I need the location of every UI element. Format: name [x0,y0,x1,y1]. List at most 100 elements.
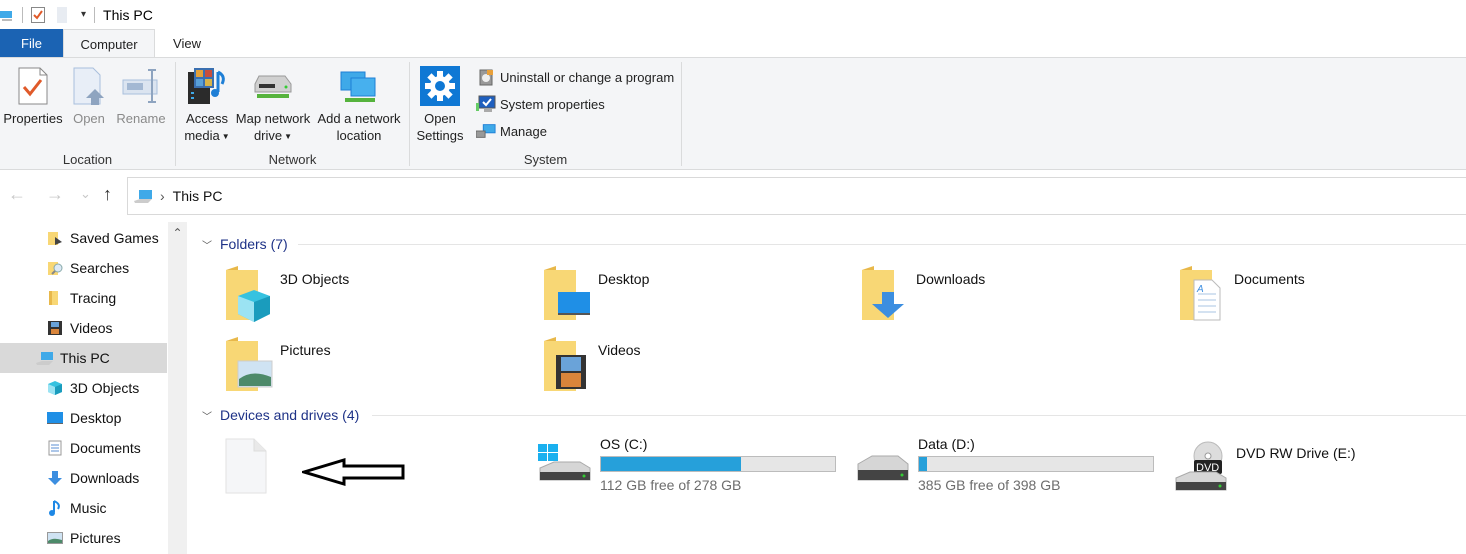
sidebar-item-downloads[interactable]: Downloads [0,463,167,493]
folder-desktop[interactable]: Desktop [542,266,842,332]
windows-drive-icon [536,444,592,494]
separator [94,6,96,23]
rename-button[interactable]: Rename [114,64,168,127]
device-blank[interactable] [224,436,424,498]
address-bar[interactable]: › This PC [127,177,1466,215]
map-network-drive-button[interactable]: Map network drive ▼ [232,64,314,145]
manage-computer-icon [476,122,496,140]
drive-os-c[interactable]: OS (C:) 112 GB free of 278 GB [536,436,846,498]
sidebar-item-music[interactable]: Music [0,493,167,523]
searches-folder-icon [46,259,64,277]
ribbon-group-location: Properties Open Rename Location [0,58,175,170]
sidebar-item-searches[interactable]: Searches [0,253,167,283]
pictures-folder-icon [224,337,274,393]
folder-documents[interactable]: A Documents [1178,266,1466,332]
group-label-location: Location [62,152,113,167]
rename-icon [114,64,168,108]
customize-dropdown-icon[interactable]: ▾ [81,9,86,20]
navigation-bar: ← → ⌄ ↑ › This PC [0,176,1466,216]
dropdown-arrow-icon: ▼ [284,132,293,142]
sidebar-item-videos[interactable]: Videos [0,313,167,343]
open-button[interactable]: Open [69,64,109,127]
sidebar-item-desktop[interactable]: Desktop [0,403,167,433]
drive-dvd-e[interactable]: DVD DVD RW Drive (E:) [1172,436,1466,498]
address-path[interactable]: This PC [173,188,223,204]
sidebar-item-documents[interactable]: Documents [0,433,167,463]
tab-view[interactable]: View [155,29,219,58]
downloads-icon [46,469,64,487]
properties-button[interactable]: Properties [2,64,64,127]
add-network-location-icon [314,64,404,108]
sidebar-item-saved-games[interactable]: Saved Games [0,223,167,253]
folder-icon [46,289,64,307]
uninstall-program-button[interactable]: Uninstall or change a program [476,66,674,88]
settings-gear-icon [414,64,466,108]
sidebar-item-this-pc[interactable]: This PC [0,343,167,373]
3d-objects-icon [46,379,64,397]
add-network-location-button[interactable]: Add a network location [314,64,404,144]
desktop-folder-icon [542,266,592,322]
up-button[interactable]: ↑ [103,184,112,205]
folder-3d-objects[interactable]: 3D Objects [224,266,524,332]
ribbon: Properties Open Rename Location Access m… [0,57,1466,170]
dvd-drive-icon: DVD [1172,440,1228,491]
back-button[interactable]: ← [8,184,26,205]
documents-icon [46,439,64,457]
blank-file-icon [224,438,280,494]
section-divider [372,415,1466,416]
downloads-folder-icon [860,266,910,322]
new-folder-icon[interactable] [57,6,69,23]
properties-checkmark-icon[interactable] [31,6,45,23]
saved-games-folder-icon [46,229,64,247]
this-pc-icon [36,349,54,367]
group-separator [681,62,682,166]
navigation-pane: Saved Games Searches Tracing Videos This… [0,222,167,554]
music-icon [46,499,64,517]
address-chevron-icon[interactable]: › [160,188,165,204]
system-properties-button[interactable]: System properties [476,93,605,115]
tab-file[interactable]: File [0,29,63,58]
drive-usage-fill [601,457,741,471]
videos-icon [46,319,64,337]
section-header-devices-and-drives[interactable]: ﹀ Devices and drives (4) [202,405,359,425]
drive-data-d[interactable]: Data (D:) 385 GB free of 398 GB [854,436,1164,498]
recent-locations-button[interactable]: ⌄ [80,186,91,202]
forward-button[interactable]: → [46,184,64,205]
videos-folder-icon [542,337,592,393]
sidebar-item-3d-objects[interactable]: 3D Objects [0,373,167,403]
group-label-network: Network [268,152,317,167]
manage-button[interactable]: Manage [476,120,547,142]
scroll-up-icon[interactable]: ⌃ [168,226,187,240]
desktop-icon [46,409,64,427]
folder-pictures[interactable]: Pictures [224,337,524,403]
drive-usage-bar-c [600,456,836,472]
computer-icon[interactable] [0,8,14,22]
tab-computer[interactable]: Computer [63,29,155,59]
properties-icon [2,64,64,108]
navigation-pane-scrollbar[interactable]: ⌃ [168,222,187,554]
drive-usage-bar-d [918,456,1154,472]
sidebar-item-tracing[interactable]: Tracing [0,283,167,313]
chevron-down-icon: ﹀ [202,240,212,252]
access-media-button[interactable]: Access media ▼ [180,64,234,145]
drive-usage-fill [919,457,927,471]
open-icon [69,64,109,108]
dropdown-arrow-icon: ▼ [221,132,230,142]
open-settings-button[interactable]: Open Settings [414,64,466,144]
file-list: ﹀ Folders (7) 3D Objects Desktop Downloa… [188,222,1466,554]
ribbon-group-system: Open Settings Uninstall or change a prog… [410,58,681,170]
this-pc-icon [134,188,154,204]
folder-videos[interactable]: Videos [542,337,842,403]
pictures-icon [46,529,64,547]
chevron-down-icon: ﹀ [202,411,212,423]
separator [22,6,23,23]
3d-objects-folder-icon [224,266,274,322]
folder-downloads[interactable]: Downloads [860,266,1160,332]
group-label-system: System [523,152,568,167]
section-header-folders[interactable]: ﹀ Folders (7) [202,234,288,254]
system-properties-icon [476,95,496,113]
sidebar-item-pictures[interactable]: Pictures [0,523,167,553]
map-network-drive-icon [232,64,314,108]
svg-text:A: A [1196,284,1204,295]
access-media-icon [180,64,234,108]
